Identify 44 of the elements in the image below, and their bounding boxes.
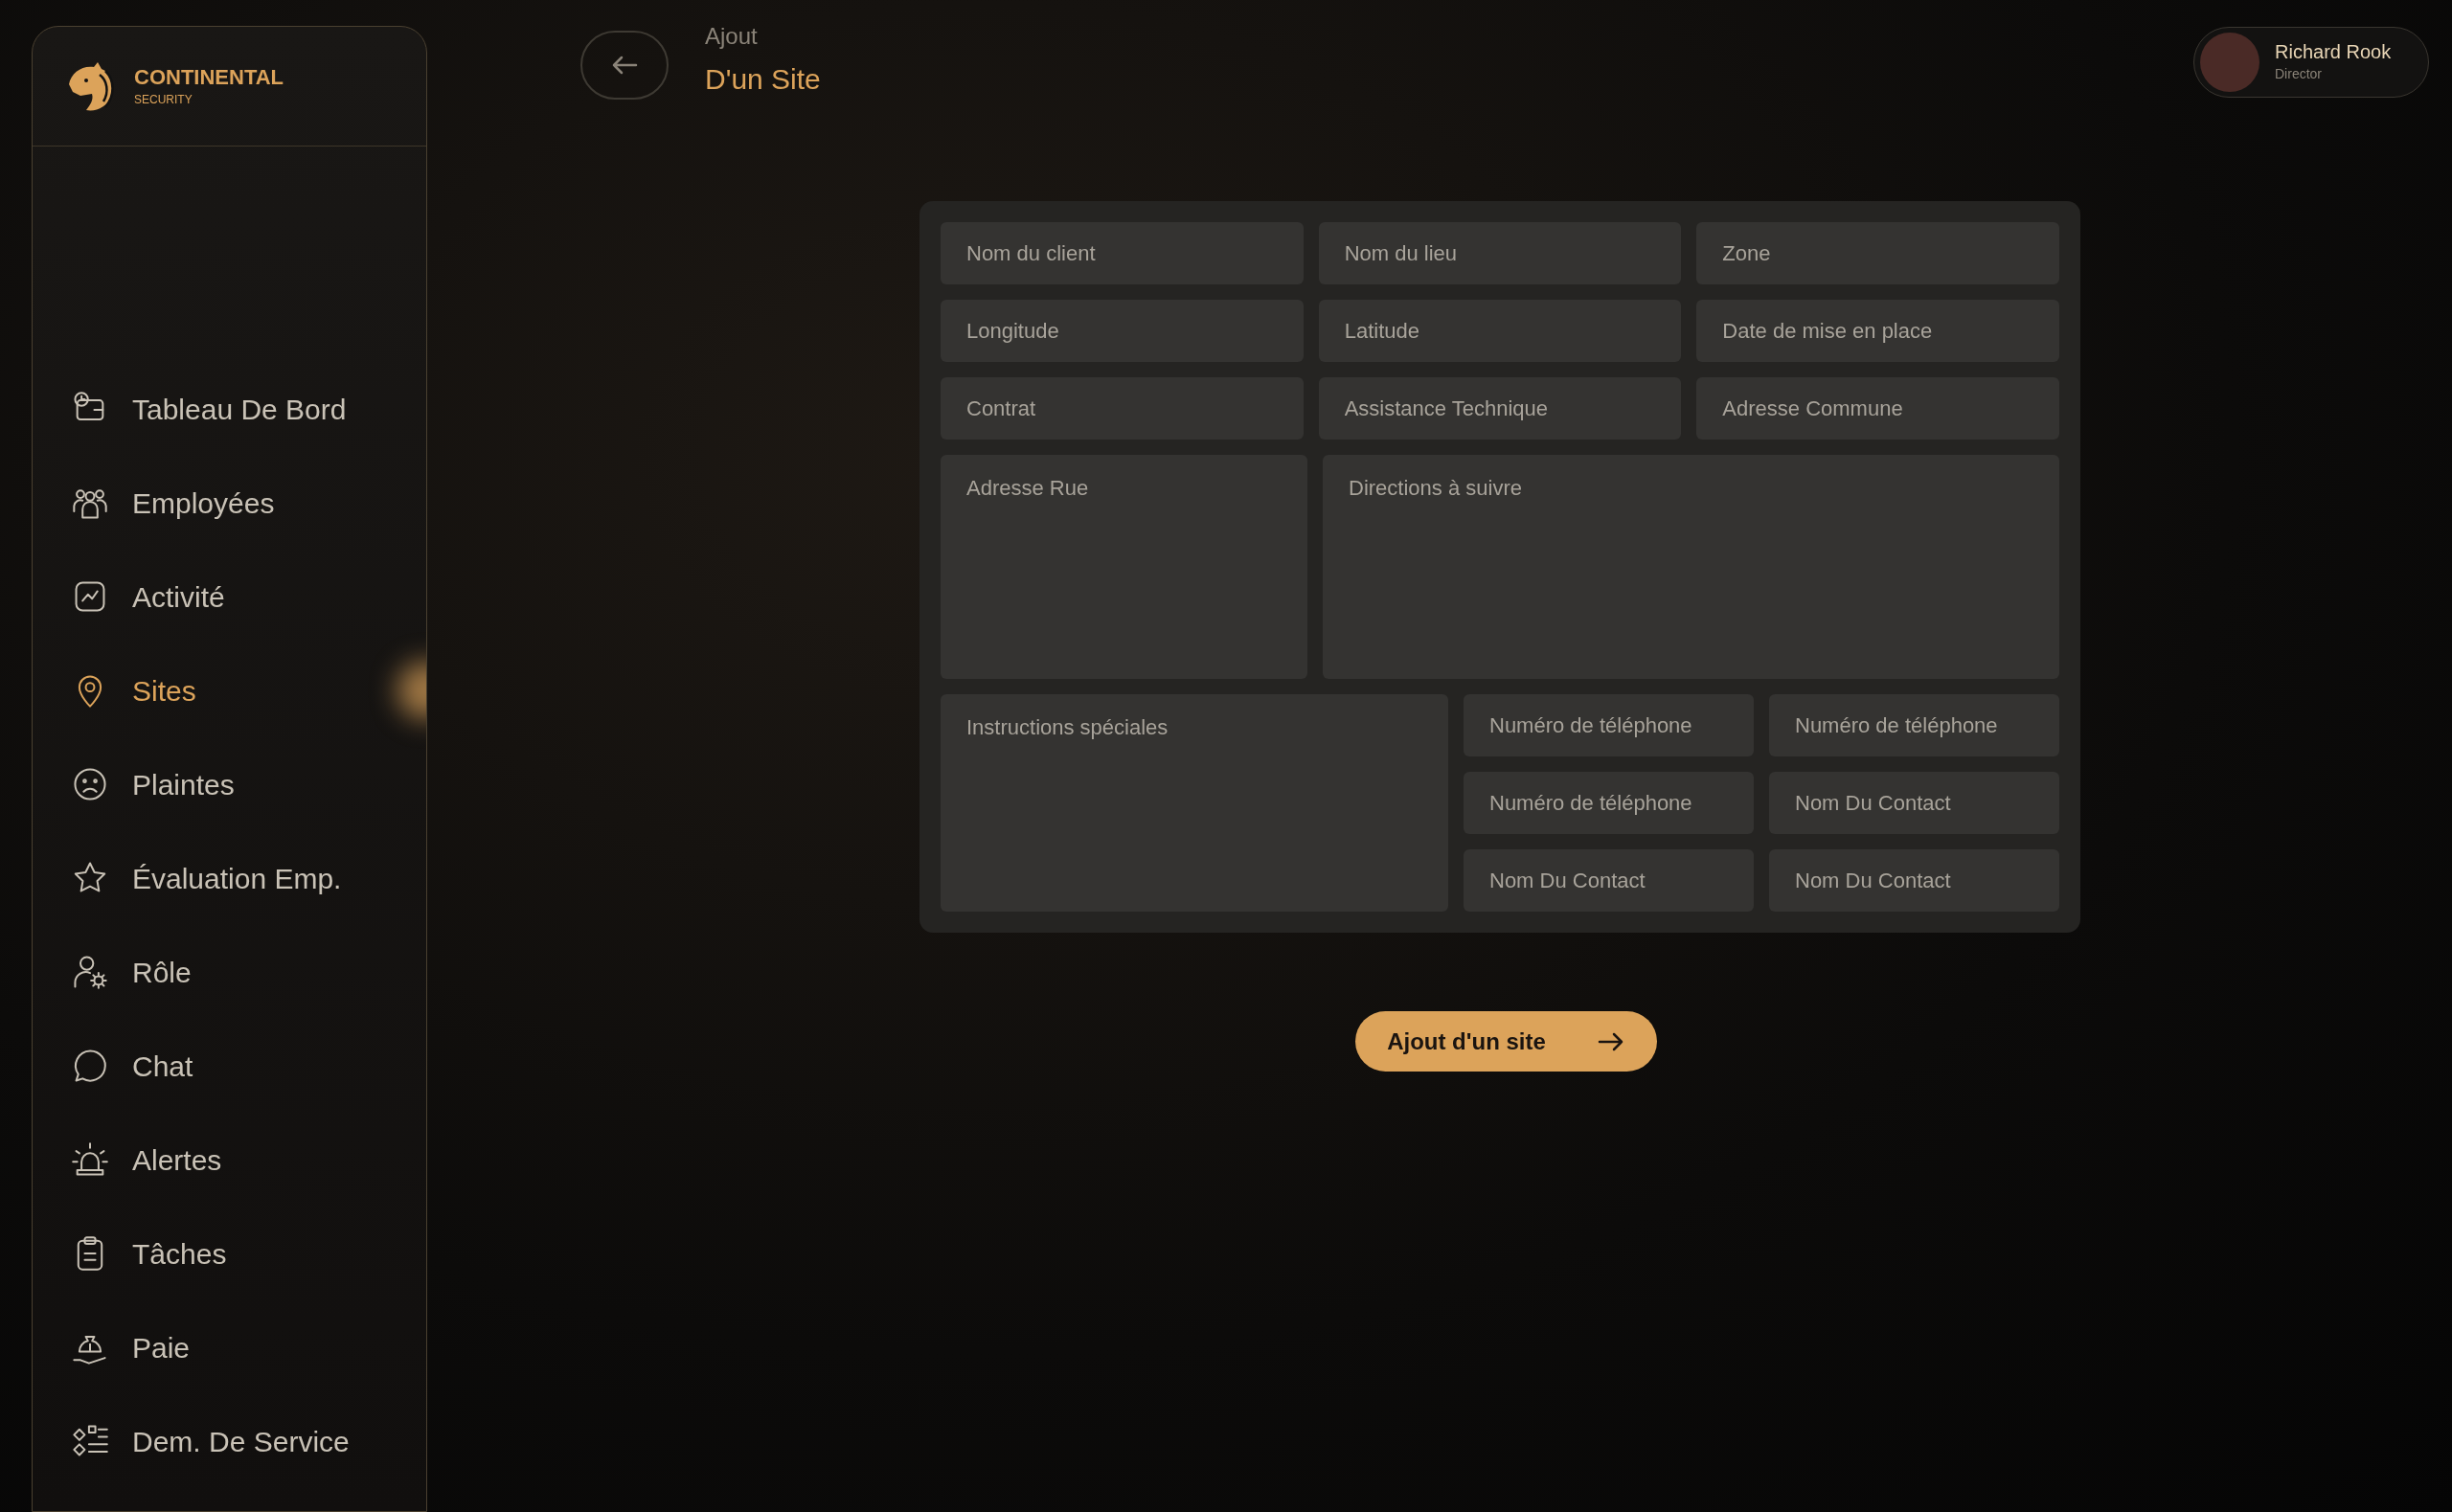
input-field[interactable]: Nom Du Contact bbox=[1769, 772, 2059, 834]
arrow-right-icon bbox=[1597, 1031, 1624, 1051]
input-field[interactable]: Numéro de téléphone bbox=[1464, 772, 1754, 834]
sidebar-item[interactable]: Dem. De Service bbox=[33, 1394, 368, 1488]
back-arrow-icon bbox=[611, 55, 638, 75]
input-field[interactable]: Nom du lieu bbox=[1318, 222, 1682, 284]
input-field[interactable]: Contrat bbox=[941, 377, 1304, 440]
sidebar-item[interactable]: Paie bbox=[33, 1300, 368, 1394]
text-area[interactable]: Adresse Rue bbox=[941, 455, 1307, 679]
input-field[interactable]: Latitude bbox=[1318, 300, 1682, 362]
sidebar-item[interactable]: Alertes bbox=[33, 1113, 368, 1207]
user-role: Director bbox=[2275, 65, 2323, 83]
input-field[interactable]: Numéro de téléphone bbox=[1769, 694, 2059, 756]
page-title-prefix: Ajout bbox=[705, 22, 759, 51]
brand-tagline: SECURITY bbox=[134, 91, 193, 108]
input-field[interactable]: Nom du client bbox=[941, 222, 1304, 284]
text-area[interactable]: Instructions spéciales bbox=[941, 694, 1448, 912]
input-field[interactable]: Zone bbox=[1696, 222, 2059, 284]
user-chip[interactable]: Richard Rook Director bbox=[2193, 27, 2429, 98]
sidebar-item[interactable]: Tableau De Bord bbox=[33, 362, 368, 456]
avatar bbox=[2200, 33, 2259, 92]
input-field[interactable]: Numéro de téléphone bbox=[1464, 694, 1754, 756]
input-field[interactable]: Assistance Technique bbox=[1318, 377, 1682, 440]
text-area[interactable]: Directions à suivre bbox=[1323, 455, 2059, 679]
siren-icon bbox=[71, 1140, 109, 1179]
user-gear-icon bbox=[71, 953, 109, 991]
back-button[interactable] bbox=[580, 30, 669, 100]
sidebar-item[interactable]: Rôle bbox=[33, 925, 368, 1019]
user-name: Richard Rook bbox=[2275, 40, 2392, 64]
sidebar-item[interactable]: Évaluation Emp. bbox=[33, 831, 368, 925]
sidebar-item[interactable]: Activité bbox=[33, 550, 368, 643]
sidebar-item[interactable]: Sites bbox=[33, 643, 368, 737]
sidebar-item[interactable]: Employées bbox=[33, 456, 368, 550]
input-field[interactable]: Longitude bbox=[941, 300, 1304, 362]
submit-button[interactable]: Ajout d'un site bbox=[1354, 1011, 1657, 1072]
input-field[interactable]: Nom Du Contact bbox=[1464, 849, 1754, 912]
input-field[interactable]: Adresse Commune bbox=[1696, 377, 2059, 440]
sidebar-item[interactable]: Chat bbox=[33, 1019, 368, 1113]
input-field[interactable]: Date de mise en place bbox=[1696, 300, 2059, 362]
brand-name: CONTINENTAL bbox=[134, 64, 284, 91]
input-field[interactable]: Nom Du Contact bbox=[1769, 849, 2059, 912]
sidebar-item[interactable]: Plaintes bbox=[33, 737, 368, 831]
page-title: D'un Site bbox=[705, 62, 821, 97]
sidebar-item[interactable]: Tâches bbox=[33, 1207, 368, 1300]
